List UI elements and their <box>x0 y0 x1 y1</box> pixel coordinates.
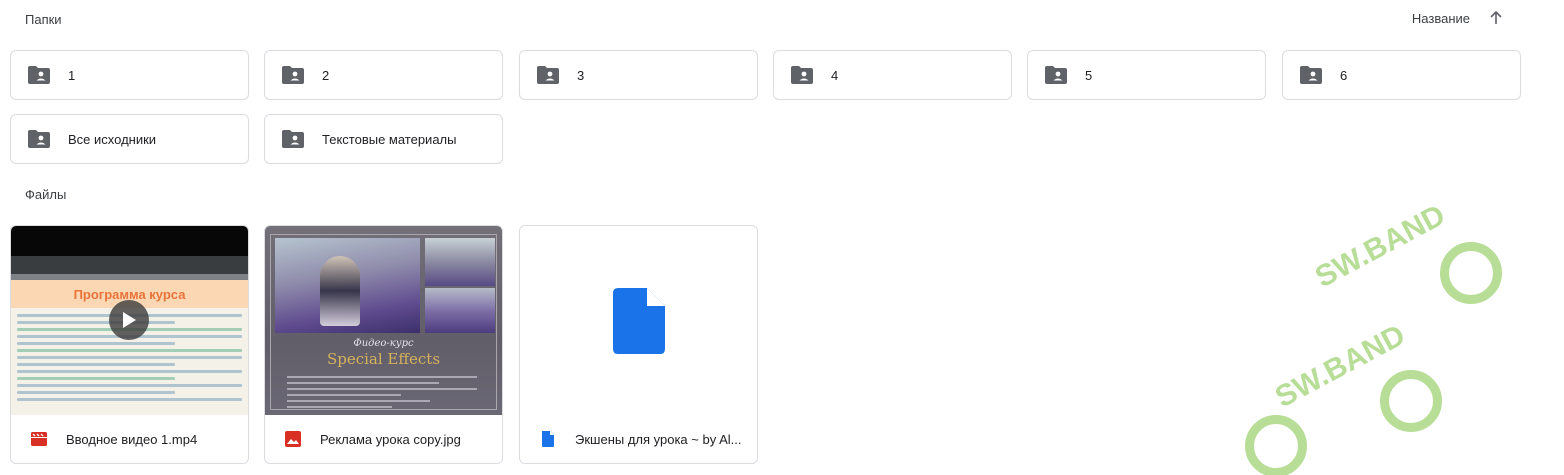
video-thumbnail: Программа курса <box>11 226 248 415</box>
shared-folder-icon <box>282 66 304 84</box>
folder-label: Текстовые материалы <box>322 131 457 147</box>
file-card-video[interactable]: Программа курса Вводное видео 1.mp4 <box>10 225 249 464</box>
folder-2[interactable]: 2 <box>264 50 503 100</box>
shared-folder-icon <box>1300 66 1322 84</box>
file-card-document[interactable]: Экшены для урока ~ by Al... <box>519 225 758 464</box>
shared-folder-icon <box>28 66 50 84</box>
document-thumbnail <box>520 226 757 415</box>
file-card-image[interactable]: Фидео-курс Special Effects Реклама урока… <box>264 225 503 464</box>
play-icon[interactable] <box>109 300 149 340</box>
sort-control: Название <box>1412 8 1506 28</box>
folder-6[interactable]: 6 <box>1282 50 1521 100</box>
file-name: Вводное видео 1.mp4 <box>66 431 198 447</box>
folder-4[interactable]: 4 <box>773 50 1012 100</box>
shared-folder-icon <box>282 130 304 148</box>
file-name: Реклама урока copy.jpg <box>320 431 461 447</box>
files-section-label: Файлы <box>25 187 67 202</box>
watermark-text: SW.BAND <box>1310 198 1451 295</box>
folder-label: 2 <box>322 67 330 83</box>
watermark: SW.BAND SW.BAND <box>1190 170 1564 475</box>
image-file-icon <box>285 431 301 447</box>
image-thumbnail: Фидео-курс Special Effects <box>265 226 502 415</box>
folder-label: 1 <box>68 67 76 83</box>
watermark-logo-icon <box>1380 370 1442 432</box>
folder-label: 3 <box>577 67 585 83</box>
video-file-icon <box>31 432 47 446</box>
watermark-logo-icon <box>1245 415 1307 475</box>
file-name: Экшены для урока ~ by Al... <box>575 431 742 447</box>
sort-by-name-button[interactable]: Название <box>1412 11 1470 26</box>
shared-folder-icon <box>791 66 813 84</box>
shared-folder-icon <box>537 66 559 84</box>
folder-label: 4 <box>831 67 839 83</box>
thumbnail-title: Special Effects <box>326 350 441 368</box>
watermark-logo-icon <box>1440 242 1502 304</box>
folder-label: 5 <box>1085 67 1093 83</box>
document-large-icon <box>612 287 665 354</box>
folder-text-materials[interactable]: Текстовые материалы <box>264 114 503 164</box>
folders-section-label: Папки <box>25 12 62 27</box>
arrow-up-icon[interactable] <box>1486 8 1506 28</box>
thumbnail-subtitle: Фидео-курс <box>353 338 414 349</box>
folder-5[interactable]: 5 <box>1027 50 1266 100</box>
shared-folder-icon <box>28 130 50 148</box>
document-file-icon <box>542 431 554 447</box>
folder-label: 6 <box>1340 67 1348 83</box>
folder-label: Все исходники <box>68 131 157 147</box>
folder-3[interactable]: 3 <box>519 50 758 100</box>
folder-all-sources[interactable]: Все исходники <box>10 114 249 164</box>
watermark-text: SW.BAND <box>1270 318 1411 415</box>
shared-folder-icon <box>1045 66 1067 84</box>
folder-1[interactable]: 1 <box>10 50 249 100</box>
